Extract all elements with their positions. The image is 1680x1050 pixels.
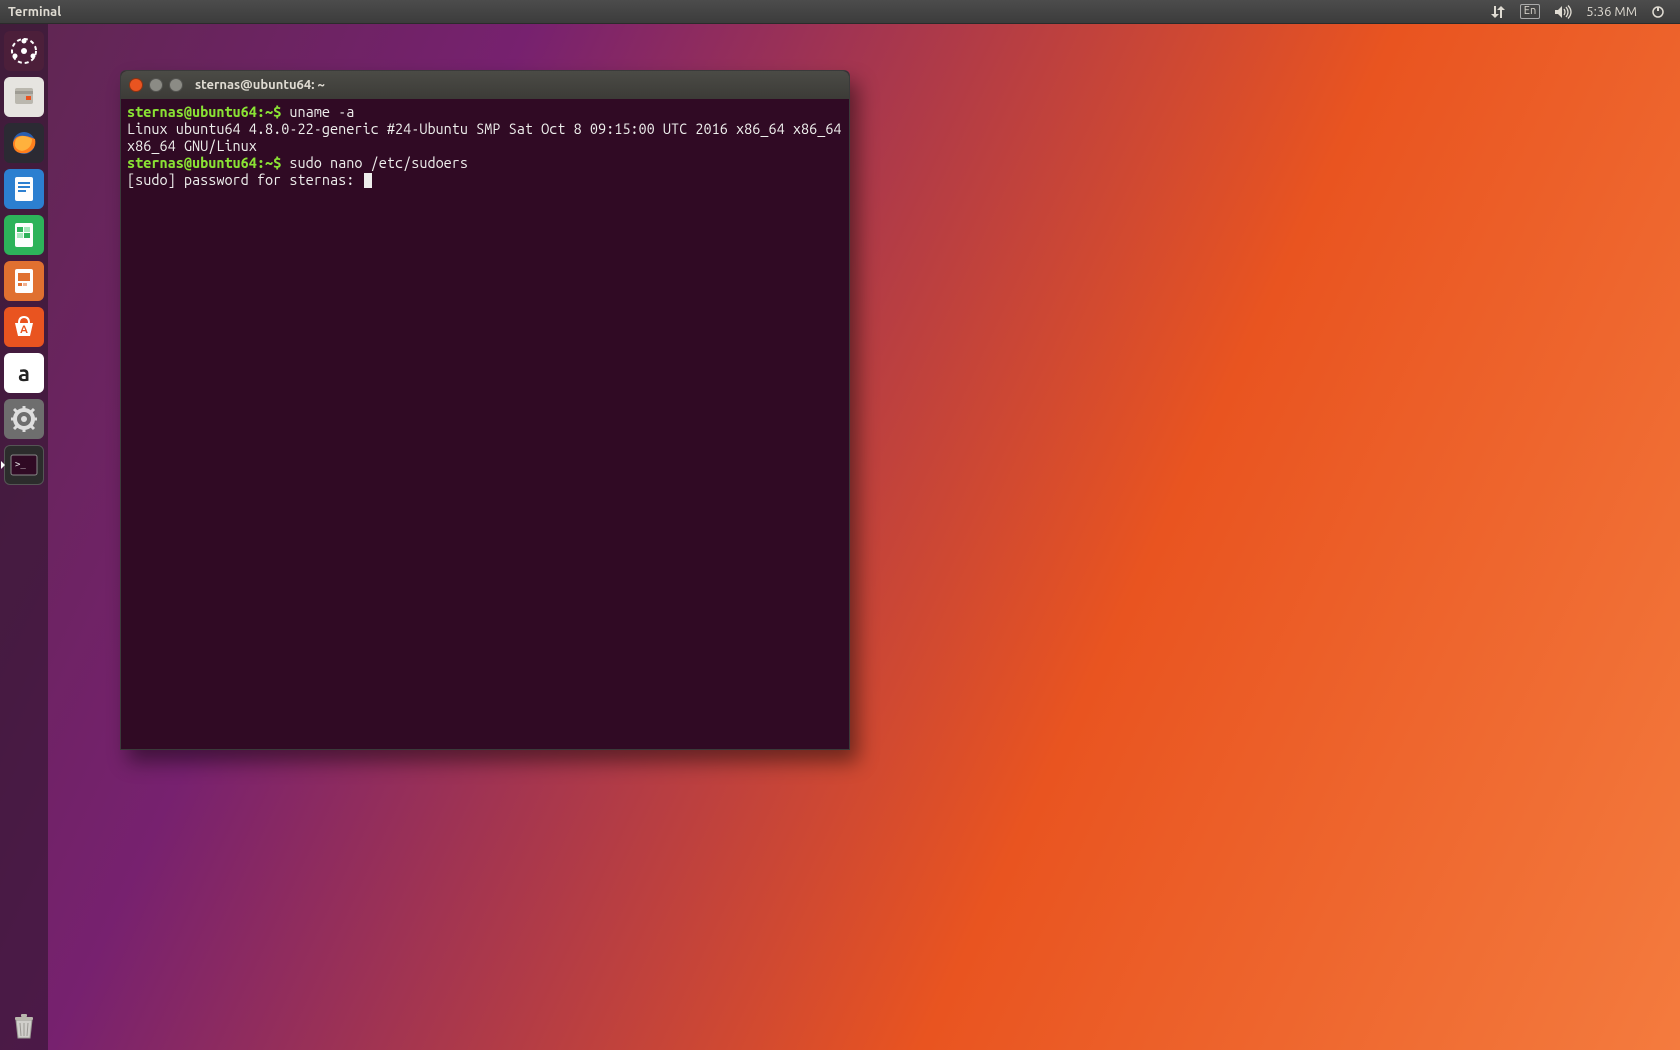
- window-title: sternas@ubuntu64: ~: [195, 78, 325, 92]
- network-indicator-icon[interactable]: [1483, 0, 1513, 23]
- active-app-name: Terminal: [8, 5, 61, 19]
- launcher-terminal-icon[interactable]: >_: [4, 445, 44, 485]
- window-minimize-button[interactable]: [149, 78, 163, 92]
- svg-text:A: A: [20, 324, 28, 336]
- launcher-software-icon[interactable]: A: [4, 307, 44, 347]
- launcher-settings-icon[interactable]: [4, 399, 44, 439]
- keyboard-indicator[interactable]: En: [1513, 0, 1547, 23]
- launcher-amazon-icon[interactable]: a: [4, 353, 44, 393]
- terminal-body[interactable]: sternas@ubuntu64:~$ uname -aLinux ubuntu…: [121, 99, 849, 749]
- window-maximize-button[interactable]: [169, 78, 183, 92]
- launcher-files-icon[interactable]: [4, 77, 44, 117]
- terminal-window: sternas@ubuntu64: ~ sternas@ubuntu64:~$ …: [120, 70, 850, 750]
- window-close-button[interactable]: [129, 78, 143, 92]
- launcher-writer-icon[interactable]: [4, 169, 44, 209]
- launcher-firefox-icon[interactable]: [4, 123, 44, 163]
- launcher-impress-icon[interactable]: [4, 261, 44, 301]
- session-indicator-icon[interactable]: [1644, 0, 1672, 23]
- window-titlebar[interactable]: sternas@ubuntu64: ~: [121, 71, 849, 99]
- launcher-calc-icon[interactable]: [4, 215, 44, 255]
- launcher-dash-icon[interactable]: [4, 31, 44, 71]
- top-panel: Terminal En 5:36 MM: [0, 0, 1680, 24]
- clock[interactable]: 5:36 MM: [1579, 0, 1644, 23]
- launcher-trash-icon[interactable]: [4, 1007, 44, 1047]
- launcher: A a >_: [0, 24, 48, 1050]
- svg-text:>_: >_: [15, 460, 26, 470]
- sound-indicator-icon[interactable]: [1547, 0, 1579, 23]
